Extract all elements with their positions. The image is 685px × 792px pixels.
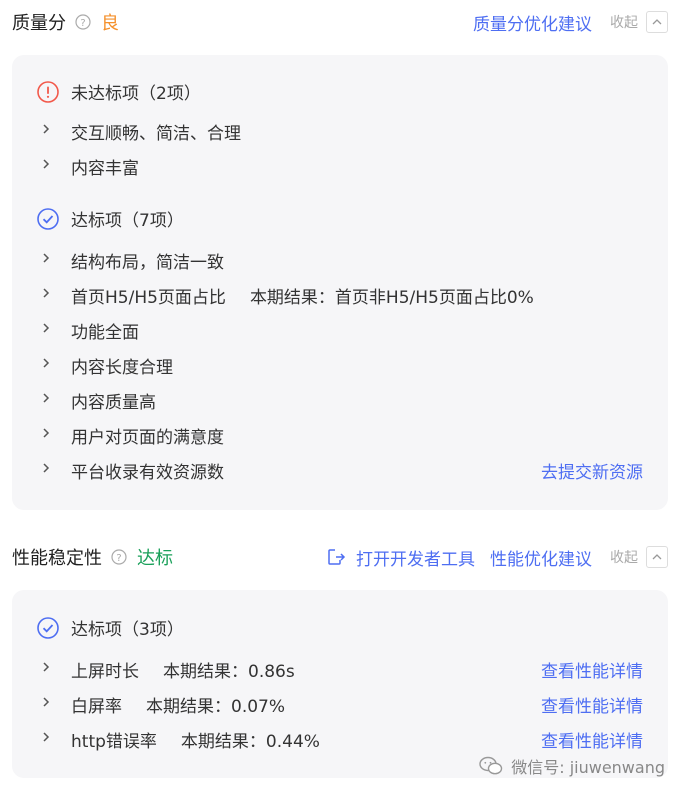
chevron-up-icon xyxy=(652,19,662,25)
watermark: 微信号: jiuwenwang xyxy=(479,754,665,778)
submit-resource-link[interactable]: 去提交新资源 xyxy=(541,458,643,483)
item-label: 内容丰富 xyxy=(71,158,139,179)
perf-detail-link[interactable]: 查看性能详情 xyxy=(541,657,643,682)
devtools-button[interactable]: 打开开发者工具 xyxy=(326,545,475,570)
item-result: 本期结果：0.44% xyxy=(180,731,320,752)
chevron-right-icon xyxy=(42,322,54,334)
chevron-right-icon xyxy=(42,158,54,170)
perf-met-heading-text: 达标项（3项） xyxy=(71,620,184,640)
quality-rating: 良 xyxy=(101,13,119,34)
chevron-right-icon xyxy=(42,123,54,135)
met-item[interactable]: 内容质量高 xyxy=(42,385,643,415)
item-label: 上屏时长 xyxy=(71,661,139,682)
collapse-label[interactable]: 收起 xyxy=(610,547,638,567)
met-item[interactable]: 平台收录有效资源数 去提交新资源 xyxy=(42,455,643,485)
svg-text:?: ? xyxy=(80,18,85,29)
check-circle-icon xyxy=(37,616,59,639)
performance-optimize-link[interactable]: 性能优化建议 xyxy=(490,545,592,570)
performance-panel: 达标项（3项） 上屏时长 本期结果：0.86s 查看性能详情 白屏率 本期结果：… xyxy=(12,590,668,778)
svg-text:?: ? xyxy=(116,553,121,564)
item-label: 首页H5/H5页面占比 xyxy=(71,287,226,308)
unmet-item[interactable]: 内容丰富 xyxy=(42,151,643,181)
collapse-label[interactable]: 收起 xyxy=(610,12,638,32)
chevron-up-icon xyxy=(652,554,662,560)
devtools-link[interactable]: 打开开发者工具 xyxy=(356,545,475,570)
quality-header-actions: 质量分优化建议 收起 xyxy=(473,10,668,35)
item-label: 内容长度合理 xyxy=(71,357,173,378)
met-item[interactable]: 结构布局，简洁一致 xyxy=(42,245,643,275)
quality-title: 质量分 xyxy=(12,13,66,34)
unmet-heading: 未达标项（2项） xyxy=(37,79,201,104)
item-result: 本期结果：首页非H5/H5页面占比0% xyxy=(249,287,534,308)
item-label: 内容质量高 xyxy=(71,392,156,413)
met-item[interactable]: 首页H5/H5页面占比 本期结果：首页非H5/H5页面占比0% xyxy=(42,280,643,310)
perf-detail-link[interactable]: 查看性能详情 xyxy=(541,727,643,752)
met-item[interactable]: 功能全面 xyxy=(42,315,643,345)
chevron-right-icon xyxy=(42,696,54,708)
perf-met-heading: 达标项（3项） xyxy=(37,615,184,640)
performance-header: 性能稳定性 ? 达标 打开开发者工具 性能优化建议 收起 xyxy=(12,542,668,572)
item-label: http错误率 xyxy=(71,731,157,752)
chevron-right-icon xyxy=(42,661,54,673)
item-label: 用户对页面的满意度 xyxy=(71,427,224,448)
collapse-button[interactable] xyxy=(646,11,668,33)
met-heading-text: 达标项（7项） xyxy=(71,211,184,231)
watermark-text: 微信号: jiuwenwang xyxy=(511,758,665,777)
chevron-right-icon xyxy=(42,427,54,439)
performance-rating: 达标 xyxy=(137,548,173,569)
item-result: 本期结果：0.86s xyxy=(163,661,295,682)
met-heading: 达标项（7项） xyxy=(37,206,184,231)
chevron-right-icon xyxy=(42,357,54,369)
chevron-right-icon xyxy=(42,287,54,299)
item-result: 本期结果：0.07% xyxy=(146,696,286,717)
check-circle-icon xyxy=(37,207,59,230)
chevron-right-icon xyxy=(42,462,54,474)
met-item[interactable]: 用户对页面的满意度 xyxy=(42,420,643,450)
item-label: 结构布局，简洁一致 xyxy=(71,252,224,273)
quality-header: 质量分 ? 良 质量分优化建议 收起 xyxy=(12,7,668,37)
item-label: 功能全面 xyxy=(71,322,139,343)
quality-panel: 未达标项（2项） 交互顺畅、简洁、合理 内容丰富 达标项（7项） 结构布局，简洁… xyxy=(12,55,668,510)
performance-title: 性能稳定性 xyxy=(12,548,102,569)
perf-item[interactable]: 白屏率 本期结果：0.07% 查看性能详情 xyxy=(42,689,643,719)
item-label: 交互顺畅、简洁、合理 xyxy=(71,123,241,144)
perf-item[interactable]: http错误率 本期结果：0.44% 查看性能详情 xyxy=(42,724,643,754)
met-item[interactable]: 内容长度合理 xyxy=(42,350,643,380)
warning-circle-icon xyxy=(37,80,59,103)
perf-item[interactable]: 上屏时长 本期结果：0.86s 查看性能详情 xyxy=(42,654,643,684)
item-label: 白屏率 xyxy=(71,696,122,717)
quality-optimize-link[interactable]: 质量分优化建议 xyxy=(473,10,592,35)
external-open-icon xyxy=(326,547,346,567)
item-label: 平台收录有效资源数 xyxy=(71,462,224,483)
wechat-icon xyxy=(479,756,503,776)
unmet-heading-text: 未达标项（2项） xyxy=(71,84,201,104)
chevron-right-icon xyxy=(42,392,54,404)
collapse-button[interactable] xyxy=(646,546,668,568)
unmet-item[interactable]: 交互顺畅、简洁、合理 xyxy=(42,116,643,146)
help-icon[interactable]: ? xyxy=(75,14,91,30)
chevron-right-icon xyxy=(42,731,54,743)
performance-header-actions: 打开开发者工具 性能优化建议 收起 xyxy=(326,545,668,570)
chevron-right-icon xyxy=(42,252,54,264)
perf-detail-link[interactable]: 查看性能详情 xyxy=(541,692,643,717)
help-icon[interactable]: ? xyxy=(111,549,127,565)
